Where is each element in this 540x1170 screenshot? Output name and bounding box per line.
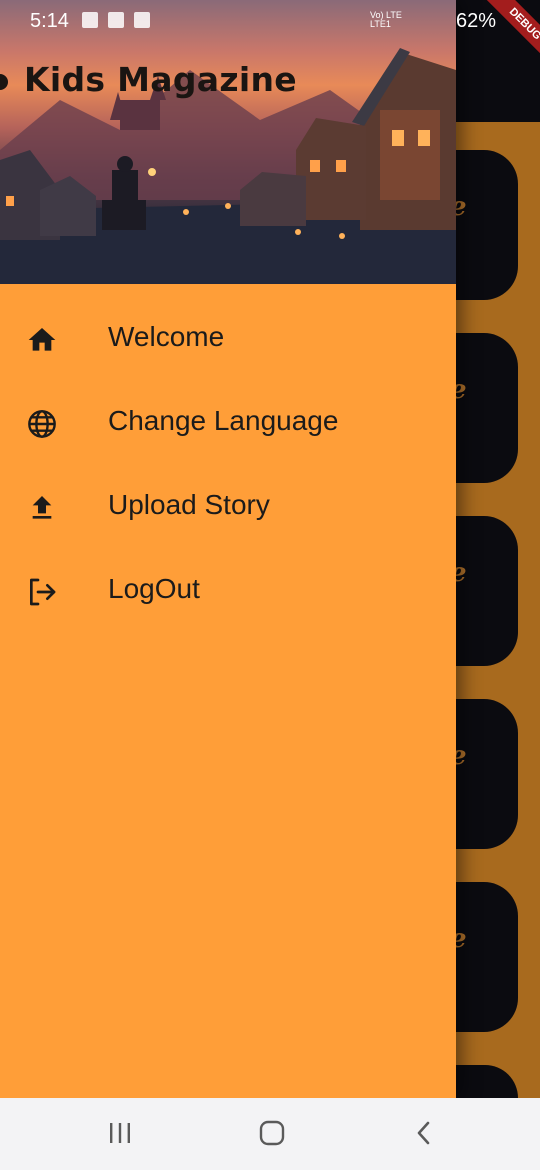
menu-item-label: Change Language — [108, 405, 339, 436]
logout-icon — [24, 574, 60, 610]
drawer-title: Kids Magazine — [24, 60, 297, 99]
drawer-header: Kids Magazine — [0, 0, 456, 284]
upload-icon — [24, 490, 60, 526]
menu-item-label: Upload Story — [108, 489, 270, 520]
globe-icon — [24, 406, 60, 442]
recent-apps-icon — [110, 1123, 130, 1143]
system-navigation-bar — [0, 1098, 540, 1170]
navigation-drawer: Kids Magazine Welcome Change Language Up… — [0, 0, 456, 1098]
menu-item-label: Welcome — [108, 321, 225, 352]
network-status: Vo) LTE LTE1 — [370, 10, 402, 29]
back-icon — [417, 1121, 430, 1145]
status-time: 5:14 — [30, 10, 69, 32]
menu-item-upload-story[interactable]: Upload Story — [0, 464, 456, 548]
drawer-menu: Welcome Change Language Upload Story Log… — [0, 296, 456, 632]
status-bar: 5:14 Vo) LTE LTE1 62% DEBUG — [0, 0, 540, 70]
recent-apps-button[interactable] — [100, 1118, 140, 1148]
home-icon — [24, 322, 60, 358]
home-nav-button[interactable] — [252, 1118, 292, 1148]
battery-level: 62% — [456, 10, 497, 32]
wifi-icon — [134, 12, 150, 28]
menu-item-change-language[interactable]: Change Language — [0, 380, 456, 464]
menu-item-logout[interactable]: LogOut — [0, 548, 456, 632]
menu-item-label: LogOut — [108, 573, 200, 604]
header-illustration — [0, 48, 456, 284]
home-button-icon — [259, 1120, 285, 1146]
gallery-icon — [82, 12, 98, 28]
checkbox-icon — [108, 12, 124, 28]
menu-item-welcome[interactable]: Welcome — [0, 296, 456, 380]
notification-icons — [82, 12, 150, 28]
back-button[interactable] — [404, 1118, 444, 1148]
